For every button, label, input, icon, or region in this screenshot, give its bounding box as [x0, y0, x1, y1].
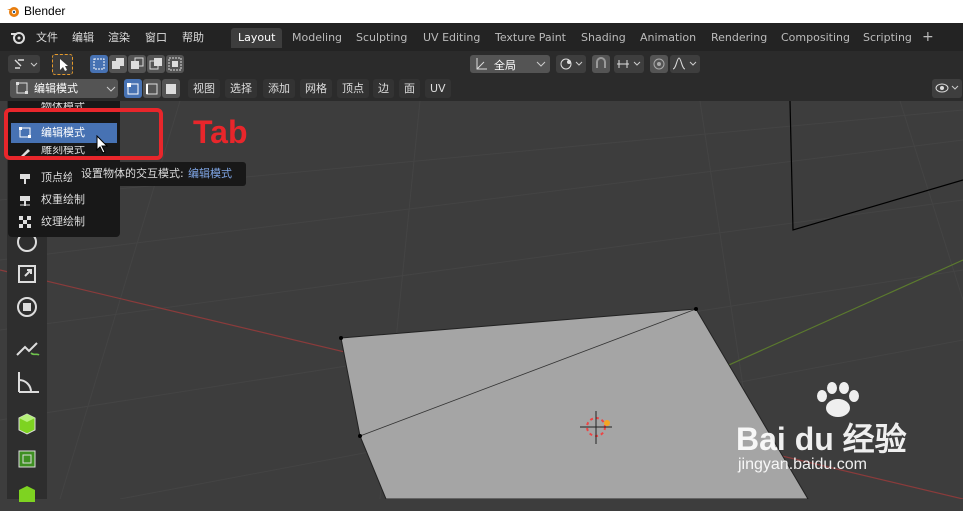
scale-tool-icon[interactable]: [11, 258, 43, 290]
edit-mode-icon: [16, 82, 28, 94]
vertex-paint-icon: [20, 174, 30, 184]
add-cube-tool-icon[interactable]: [11, 406, 43, 438]
header-menu-select[interactable]: 选择: [225, 79, 257, 98]
top-menubar: 文件 编辑 渲染 窗口 帮助 Layout Modeling Sculpting…: [0, 23, 963, 51]
window-title: Blender: [24, 4, 66, 18]
viewport-header: 视图 选择 添加 网格 顶点 边 面 UV: [0, 77, 963, 101]
paw-logo-icon: [817, 382, 859, 417]
annotate-tool-icon[interactable]: [11, 331, 43, 363]
tab-texture-paint[interactable]: Texture Paint: [488, 28, 573, 48]
tooltip-text: 设置物体的交互模式:: [81, 167, 184, 180]
transform-orientation-label: 全局: [494, 59, 516, 72]
watermark-brand: Bai du 经验: [736, 421, 907, 457]
face-select-icon[interactable]: [162, 79, 180, 98]
menu-window[interactable]: 窗口: [145, 29, 167, 45]
measure-tool-icon[interactable]: [11, 366, 43, 398]
snap-target-button[interactable]: [614, 55, 644, 73]
inset-tool-icon[interactable]: [11, 476, 43, 508]
tab-modeling[interactable]: Modeling: [285, 28, 349, 48]
visibility-button[interactable]: [932, 79, 962, 98]
select-new-icon[interactable]: [90, 55, 108, 73]
camera-frustum: [789, 101, 963, 231]
tab-sculpting[interactable]: Sculpting: [349, 28, 414, 48]
extrude-tool-icon[interactable]: [11, 441, 43, 473]
editor-type-button[interactable]: [8, 55, 40, 73]
proportional-edit-icon[interactable]: [650, 55, 668, 73]
menu-render[interactable]: 渲染: [108, 29, 130, 45]
header-menu-add[interactable]: 添加: [263, 79, 295, 98]
annotation-tab-label: Tab: [193, 114, 248, 150]
header-menu-vertex[interactable]: 顶点: [337, 79, 369, 98]
tab-layout[interactable]: Layout: [231, 28, 283, 48]
edge-select-icon[interactable]: [143, 79, 161, 98]
mode-selector-label: 编辑模式: [34, 82, 78, 95]
mode-selector[interactable]: 编辑模式: [10, 79, 118, 98]
transform-tool-icon[interactable]: [11, 291, 43, 323]
menu-file[interactable]: 文件: [36, 29, 58, 45]
watermark-url: jingyan.baidu.com: [738, 456, 867, 473]
texture-paint-icon: [19, 216, 31, 228]
snap-toggle-icon[interactable]: [592, 55, 610, 73]
select-subtract-icon[interactable]: [128, 55, 146, 73]
select-extend-icon[interactable]: [109, 55, 127, 73]
tab-scripting[interactable]: Scripting: [856, 28, 919, 48]
tab-shading[interactable]: Shading: [574, 28, 633, 48]
menu-help[interactable]: 帮助: [182, 29, 204, 45]
annotation-highlight-box: [4, 108, 163, 160]
menu-item-texture-paint[interactable]: 纹理绘制: [11, 212, 117, 232]
chevron-down-icon: [106, 86, 116, 92]
select-intersect-icon[interactable]: [166, 55, 184, 73]
tooltip-value: 编辑模式: [188, 167, 232, 180]
tab-compositing[interactable]: Compositing: [774, 28, 857, 48]
weight-paint-icon: [20, 196, 30, 206]
header-menu-view[interactable]: 视图: [188, 79, 220, 98]
add-workspace-icon[interactable]: +: [922, 29, 934, 45]
transform-orientation-select[interactable]: 全局: [470, 55, 550, 73]
vertex-select-icon[interactable]: [124, 79, 142, 98]
tab-uv-editing[interactable]: UV Editing: [416, 28, 487, 48]
tab-animation[interactable]: Animation: [633, 28, 703, 48]
select-invert-icon[interactable]: [147, 55, 165, 73]
mode-tooltip: 设置物体的交互模式: 编辑模式: [72, 162, 246, 186]
tool-settings-bar: 全局: [0, 51, 963, 77]
header-menu-mesh[interactable]: 网格: [300, 79, 332, 98]
header-menu-uv[interactable]: UV: [425, 79, 451, 98]
tab-rendering[interactable]: Rendering: [704, 28, 774, 48]
window-titlebar: Blender: [0, 0, 963, 23]
header-menu-face[interactable]: 面: [399, 79, 420, 98]
pivot-point-button[interactable]: [556, 55, 586, 73]
header-menu-edge[interactable]: 边: [373, 79, 394, 98]
menu-item-weight-paint[interactable]: 权重绘制: [11, 190, 117, 210]
select-tool-button[interactable]: [52, 54, 73, 75]
blender-menu-icon[interactable]: [10, 30, 26, 47]
blender-logo-icon: [6, 4, 20, 21]
falloff-button[interactable]: [670, 55, 700, 73]
menu-edit[interactable]: 编辑: [72, 29, 94, 45]
